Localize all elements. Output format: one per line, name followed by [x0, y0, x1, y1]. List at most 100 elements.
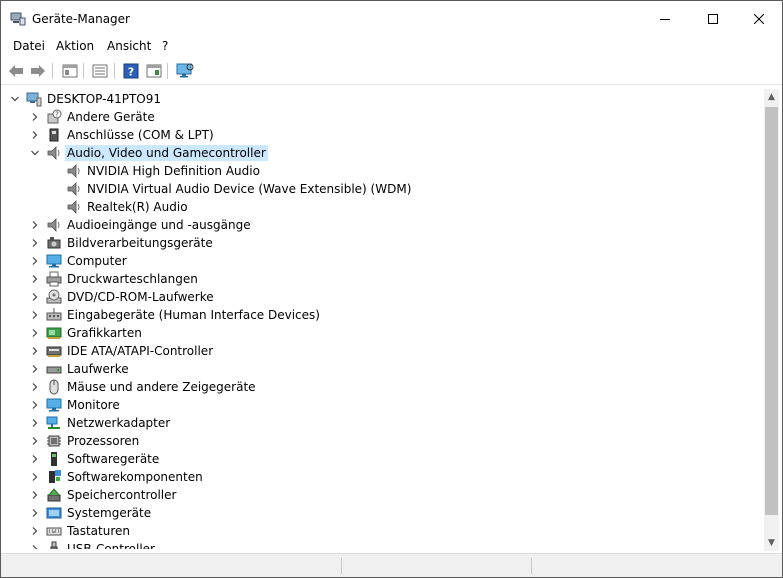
processor-icon	[47, 435, 61, 447]
tree-expander[interactable]	[30, 468, 40, 486]
vertical-scrollbar[interactable]: ▲ ▼	[764, 89, 779, 551]
tree-category[interactable]: Computer	[4, 252, 764, 270]
tree-category[interactable]: IDE ATA/ATAPI-Controller	[4, 342, 764, 360]
menu-aktion[interactable]: Aktion	[56, 39, 94, 53]
tree-category[interactable]: Grafikkarten	[4, 324, 764, 342]
tree-expander[interactable]	[30, 108, 40, 126]
tree-category[interactable]: Monitore	[4, 396, 764, 414]
unknown-device-icon: ?	[47, 109, 62, 124]
tree-category[interactable]: Laufwerke	[4, 360, 764, 378]
tree-expander[interactable]	[30, 306, 40, 324]
help-icon: ?	[123, 63, 139, 79]
minimize-button[interactable]	[642, 1, 688, 37]
tree-expander[interactable]	[30, 432, 40, 450]
tree-expander[interactable]	[30, 450, 40, 468]
device-tree[interactable]: DESKTOP-41PTO91? Andere Geräte Anschlüsse …	[4, 89, 764, 549]
title-bar[interactable]: Geräte-Manager	[1, 1, 782, 37]
tree-expander[interactable]	[30, 342, 40, 360]
chevron-right-icon	[32, 257, 38, 265]
tree-category[interactable]: USB-Controller	[4, 540, 764, 549]
scan-hardware-button[interactable]	[176, 62, 194, 80]
tree-node-icon	[46, 505, 62, 521]
tree-node-label: Prozessoren	[67, 434, 140, 448]
menu-ansicht[interactable]: Ansicht	[107, 39, 151, 53]
tree-node-label: Tastaturen	[67, 524, 130, 538]
toolbar-separator	[114, 63, 115, 79]
monitor-scan-icon	[176, 63, 194, 78]
tree-expander[interactable]	[30, 522, 40, 540]
tree-node-label: Monitore	[67, 398, 120, 412]
tree-expander[interactable]	[30, 324, 40, 342]
toolbar-separator	[52, 63, 53, 79]
tree-category[interactable]: Prozessoren	[4, 432, 764, 450]
chevron-right-icon	[32, 491, 38, 499]
tree-category[interactable]: DVD/CD-ROM-Laufwerke	[4, 288, 764, 306]
maximize-button[interactable]	[690, 1, 736, 37]
tree-expander[interactable]	[30, 216, 40, 234]
chevron-right-icon	[32, 131, 38, 139]
printer-icon	[46, 271, 62, 287]
tree-node-icon: ?	[46, 109, 62, 125]
tree-expander[interactable]	[30, 288, 40, 306]
tree-category[interactable]: ? Andere Geräte	[4, 108, 764, 126]
toolbar-separator	[83, 63, 84, 79]
menu-help[interactable]: ?	[162, 39, 168, 53]
tree-expander[interactable]	[30, 252, 40, 270]
tree-expander[interactable]	[30, 126, 40, 144]
tree-device[interactable]: Realtek(R) Audio	[4, 198, 764, 216]
tree-expander[interactable]	[30, 234, 40, 252]
back-button[interactable]	[7, 62, 25, 80]
tree-expander[interactable]	[30, 396, 40, 414]
tree-category[interactable]: Anschlüsse (COM & LPT)	[4, 126, 764, 144]
scroll-thumb[interactable]	[765, 107, 778, 515]
scroll-up-icon[interactable]: ▲	[764, 89, 779, 105]
tree-category[interactable]: Bildverarbeitungsgeräte	[4, 234, 764, 252]
scroll-down-icon[interactable]: ▼	[764, 535, 779, 551]
tree-category[interactable]: Audio, Video und Gamecontroller	[4, 144, 764, 162]
display-adapter-icon	[46, 327, 62, 339]
tree-category[interactable]: Eingabegeräte (Human Interface Devices)	[4, 306, 764, 324]
tree-expander[interactable]	[30, 378, 40, 396]
tree-expander[interactable]	[30, 270, 40, 288]
list-view-button[interactable]	[91, 62, 109, 80]
tree-expander[interactable]	[10, 90, 20, 108]
tree-node-icon	[46, 523, 62, 539]
help-button[interactable]: ?	[122, 62, 140, 80]
status-separator	[531, 558, 532, 574]
tree-category[interactable]: Netzwerkadapter	[4, 414, 764, 432]
chevron-right-icon	[32, 419, 38, 427]
tree-expander[interactable]	[30, 486, 40, 504]
tree-expander[interactable]	[30, 540, 40, 549]
show-hidden-button[interactable]	[145, 62, 163, 80]
tree-root[interactable]: DESKTOP-41PTO91	[4, 90, 764, 108]
tree-category[interactable]: Audioeingänge und -ausgänge	[4, 216, 764, 234]
chevron-down-icon	[31, 150, 39, 156]
tree-category[interactable]: Softwaregeräte	[4, 450, 764, 468]
speaker-icon	[67, 164, 80, 178]
tree-node-label: Andere Geräte	[67, 110, 155, 124]
keyboard-icon	[46, 527, 62, 536]
tree-node-icon	[66, 199, 82, 215]
tree-category[interactable]: Druckwarteschlangen	[4, 270, 764, 288]
menu-datei[interactable]: Datei	[13, 39, 45, 53]
tree-expander[interactable]	[30, 504, 40, 522]
tree-category[interactable]: Speichercontroller	[4, 486, 764, 504]
tree-category[interactable]: Mäuse und andere Zeigegeräte	[4, 378, 764, 396]
tree-node-label: Anschlüsse (COM & LPT)	[67, 128, 214, 142]
tree-expander[interactable]	[30, 360, 40, 378]
close-button[interactable]	[736, 1, 782, 37]
tree-device[interactable]: NVIDIA Virtual Audio Device (Wave Extens…	[4, 180, 764, 198]
tree-node-icon	[46, 145, 62, 161]
forward-button[interactable]	[29, 62, 47, 80]
tree-node-label: Speichercontroller	[67, 488, 177, 502]
chevron-right-icon	[32, 311, 38, 319]
tree-category[interactable]: Tastaturen	[4, 522, 764, 540]
software-component-icon	[49, 470, 61, 483]
tree-device[interactable]: NVIDIA High Definition Audio	[4, 162, 764, 180]
tree-category[interactable]: Softwarekomponenten	[4, 468, 764, 486]
tree-expander[interactable]	[30, 414, 40, 432]
properties-view-button[interactable]	[61, 62, 79, 80]
tree-expander[interactable]	[30, 144, 40, 162]
device-manager-app-icon	[10, 12, 26, 26]
tree-category[interactable]: Systemgeräte	[4, 504, 764, 522]
